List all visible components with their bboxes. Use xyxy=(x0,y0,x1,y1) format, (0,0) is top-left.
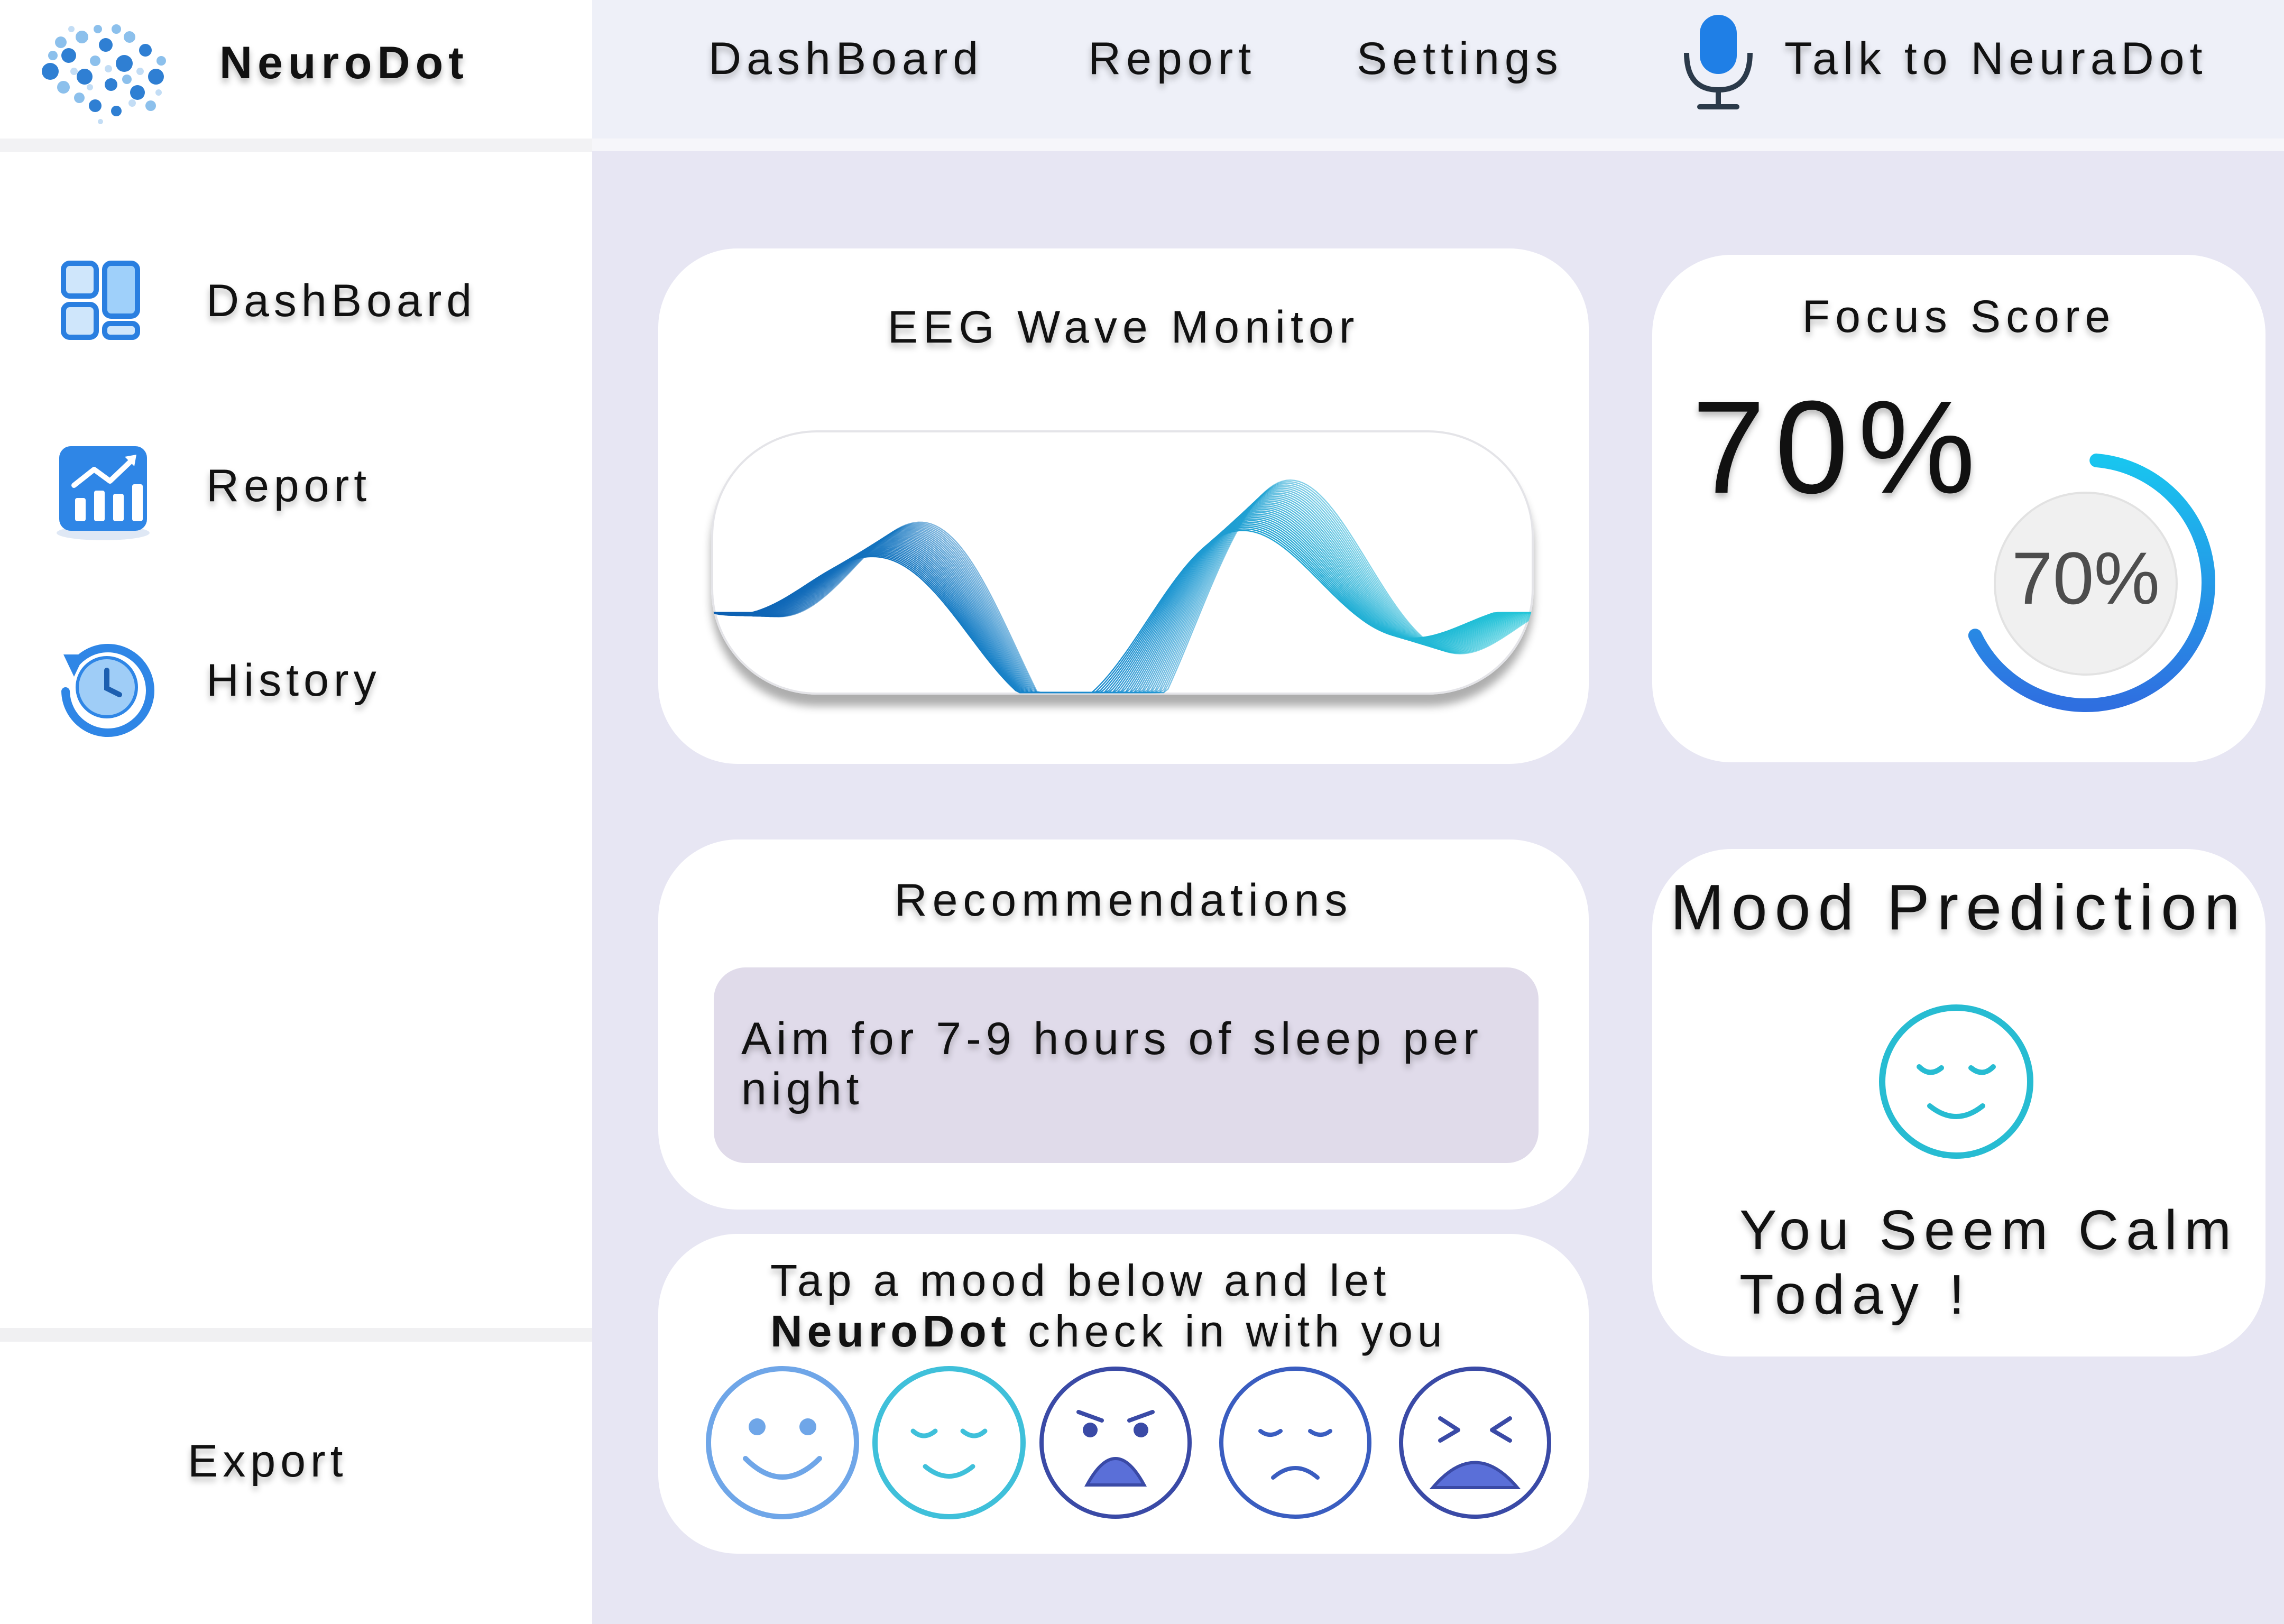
brand-header: NeuroDot xyxy=(0,0,592,139)
sidebar-divider-bottom xyxy=(0,1328,592,1342)
recommendation-text: Aim for 7-9 hours of sleep per night xyxy=(741,1013,1483,1114)
calm-face-icon xyxy=(1879,1004,2033,1159)
eeg-wave-line xyxy=(711,494,1532,694)
recommendation-item: Aim for 7-9 hours of sleep per night xyxy=(714,967,1539,1163)
top-nav: DashBoard Report Settings Talk to NeuraD… xyxy=(592,0,2284,139)
dashboard-icon xyxy=(61,261,140,340)
happy-face-icon xyxy=(706,1366,859,1519)
sidebar-item-label: DashBoard xyxy=(206,275,477,326)
history-icon xyxy=(61,644,154,737)
tab-report[interactable]: Report xyxy=(1088,33,1256,85)
focus-gauge-label: 70% xyxy=(2012,537,2160,620)
eeg-card-title: EEG Wave Monitor xyxy=(887,302,1360,353)
eeg-wave-line xyxy=(711,497,1532,694)
eeg-wave-line xyxy=(711,518,1532,694)
top-nav-divider xyxy=(592,139,2284,151)
sidebar-item-label: History xyxy=(206,655,381,706)
eeg-wave-line xyxy=(711,499,1532,694)
mood-checkin-card: Tap a mood below and let NeuroDot check … xyxy=(658,1234,1589,1554)
sidebar-item-dashboard[interactable]: DashBoard xyxy=(42,238,550,359)
tab-dashboard[interactable]: DashBoard xyxy=(708,33,983,85)
export-button[interactable]: Export xyxy=(188,1435,348,1488)
mood-sad-button[interactable] xyxy=(1216,1363,1375,1522)
checkin-prompt-brand: NeuroDot xyxy=(770,1306,1011,1356)
mood-calm-button[interactable] xyxy=(870,1363,1028,1522)
report-chart-icon xyxy=(57,446,150,540)
sidebar-item-report[interactable]: Report xyxy=(42,423,550,545)
dashboard-main: EEG Wave Monitor Focus Score 70% 70% Rec… xyxy=(592,151,2284,1624)
eeg-wave-line xyxy=(711,516,1532,694)
focus-card-title: Focus Score xyxy=(1802,291,2116,342)
tab-settings[interactable]: Settings xyxy=(1357,33,1563,85)
brand-name: NeuroDot xyxy=(219,38,469,88)
mood-prediction-card: Mood Prediction You Seem Calm Today ! xyxy=(1652,849,2265,1357)
sidebar-item-label: Report xyxy=(206,460,372,511)
eeg-wave-monitor-card: EEG Wave Monitor xyxy=(658,248,1589,764)
focus-score-card: Focus Score 70% 70% xyxy=(1652,255,2265,762)
mood-happy-button[interactable] xyxy=(703,1363,862,1522)
microphone-icon xyxy=(1684,15,1753,109)
mood-distressed-button[interactable] xyxy=(1396,1363,1554,1522)
focus-gauge: 70% xyxy=(1968,453,2215,712)
recommendations-title: Recommendations xyxy=(894,875,1353,926)
talk-label: Talk to NeuraDot xyxy=(1784,33,2208,84)
brain-dots-logo xyxy=(42,24,166,124)
eeg-wave-line xyxy=(711,515,1532,694)
sad-face-icon xyxy=(1219,1367,1371,1519)
eeg-wave-display xyxy=(711,430,1534,695)
checkin-prompt-start: Tap a mood below and let xyxy=(770,1256,1391,1305)
mood-angry-button[interactable] xyxy=(1036,1363,1195,1522)
checkin-prompt-end: check in with you xyxy=(1027,1306,1447,1356)
mood-prediction-title: Mood Prediction xyxy=(1670,871,2248,943)
sidebar-item-history[interactable]: History xyxy=(42,617,550,739)
sidebar-divider-top xyxy=(0,139,592,152)
distressed-face-icon xyxy=(1399,1367,1551,1519)
angry-face-icon xyxy=(1039,1367,1192,1519)
mood-prediction-result: You Seem Calm Today ! xyxy=(1739,1199,2239,1326)
sidebar: DashBoard Report History xyxy=(0,152,592,1624)
eeg-wave-line xyxy=(711,525,1532,694)
checkin-prompt: Tap a mood below and let NeuroDot check … xyxy=(770,1255,1563,1357)
eeg-wave-line xyxy=(711,520,1532,694)
eeg-wave-graphic xyxy=(711,479,1532,694)
eeg-wave-line xyxy=(711,495,1532,694)
recommendations-card: Recommendations Aim for 7-9 hours of sle… xyxy=(658,839,1589,1210)
calm-face-icon xyxy=(872,1366,1026,1519)
